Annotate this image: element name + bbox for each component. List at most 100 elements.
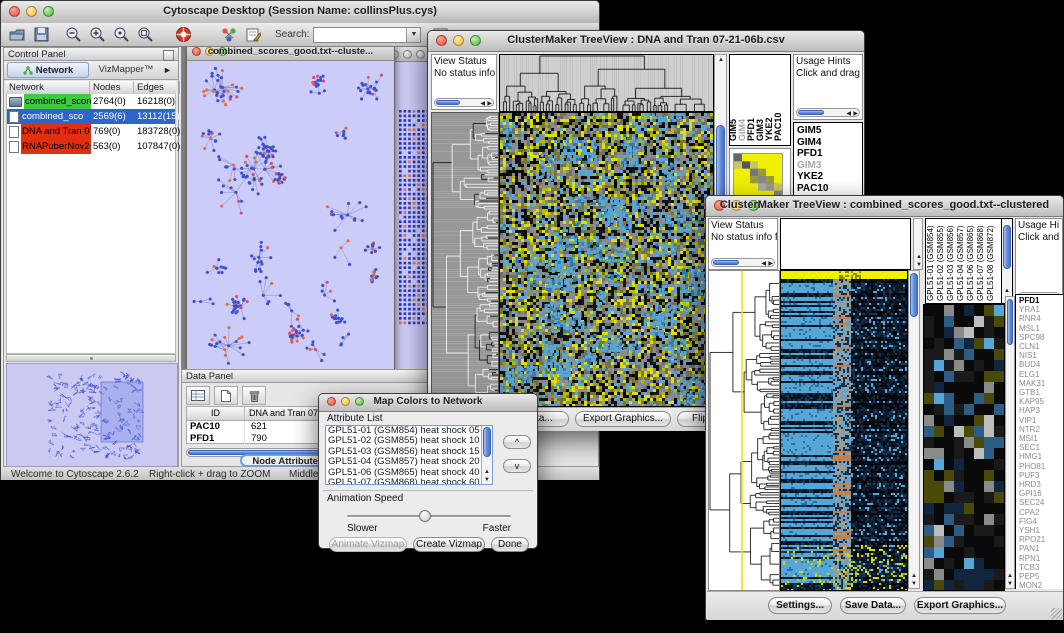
col-nodes[interactable]: Nodes xyxy=(90,81,134,94)
tv1-column-label[interactable]: PAC10 xyxy=(773,113,783,141)
gene-label[interactable]: SEC24 xyxy=(1019,498,1063,507)
network-canvas-1[interactable] xyxy=(187,61,392,369)
tv1-column-labels[interactable]: GIM5GIM4PFD1GIM3YKE2PAC10 xyxy=(729,54,791,146)
gene-label[interactable]: NIS1 xyxy=(1019,351,1063,360)
attribute-list[interactable]: GPL51-01 (GSM854) heat shock 05 minGPL51… xyxy=(325,425,493,485)
gene-label[interactable]: HAP3 xyxy=(1019,406,1063,415)
network-overview-canvas[interactable] xyxy=(6,363,178,467)
gene-label[interactable]: CLN1 xyxy=(1019,342,1063,351)
tv1-row-label[interactable]: PAC10 xyxy=(797,183,862,195)
tv1-heatmap[interactable] xyxy=(499,112,714,407)
col-network[interactable]: Network xyxy=(6,81,90,94)
zoom-in-button[interactable] xyxy=(85,25,109,45)
gene-label[interactable]: PHO81 xyxy=(1019,462,1063,471)
create-vizmap-button[interactable]: Create Vizmap xyxy=(413,537,485,552)
tv2-top-dendrogram[interactable] xyxy=(780,218,911,270)
tv1-row-label[interactable]: GIM5 xyxy=(797,125,862,137)
tv2-gene-scrollbar[interactable]: ▲ ▼ xyxy=(1005,296,1015,589)
main-titlebar[interactable]: Cytoscape Desktop (Session Name: collins… xyxy=(1,1,599,24)
network-row[interactable]: combined_scores2764(0)16218(0) xyxy=(7,94,175,109)
minimize-button[interactable] xyxy=(403,50,412,59)
tv2-column-label[interactable]: GPL51-08 (GSM872) xyxy=(986,225,995,301)
vizmapper-tool-button[interactable] xyxy=(217,25,241,45)
gene-label[interactable]: MON2 xyxy=(1019,581,1063,589)
float-panel-icon[interactable] xyxy=(163,50,174,61)
move-down-button[interactable]: v xyxy=(503,459,531,473)
attribute-item[interactable]: GPL51-07 (GSM868) heat shock 60 min xyxy=(326,478,480,485)
tv2-labels-scrollbar[interactable]: ▲ ▼ xyxy=(1001,219,1012,303)
gene-label[interactable]: HRD3 xyxy=(1019,480,1063,489)
gene-label[interactable]: SPC98 xyxy=(1019,333,1063,342)
tv2-column-label[interactable]: GPL51-01 (GSM854) xyxy=(926,225,935,301)
gene-label[interactable]: MAK31 xyxy=(1019,379,1063,388)
gene-label[interactable]: PAN1 xyxy=(1019,544,1063,553)
tv2-column-label[interactable]: GPL51-02 (GSM855) xyxy=(936,225,945,301)
settings-button[interactable]: Settings... xyxy=(768,597,832,614)
tv2-column-label[interactable]: GPL51-07 (GSM868) xyxy=(976,225,985,301)
panel-divider-handle[interactable] xyxy=(6,354,176,362)
attribute-list-scrollbar[interactable]: ▲ ▼ xyxy=(481,426,492,484)
tv2-column-label[interactable]: GPL51-06 (GSM865) xyxy=(966,225,975,301)
tv1-row-label[interactable]: PFD1 xyxy=(797,148,862,160)
gene-label[interactable]: GTB1 xyxy=(1019,388,1063,397)
gene-label[interactable]: PEP5 xyxy=(1019,572,1063,581)
gene-label[interactable]: NTR2 xyxy=(1019,425,1063,434)
tv1-row-label[interactable]: GIM3 xyxy=(797,160,862,172)
animate-vizmap-button[interactable]: Animate Vizmap xyxy=(329,537,407,552)
gene-label[interactable]: PFD1 xyxy=(1019,296,1063,305)
gene-label[interactable]: ELG1 xyxy=(1019,370,1063,379)
tv1-top-dendrogram[interactable] xyxy=(499,54,714,112)
data-col-id[interactable]: ID xyxy=(187,407,245,420)
help-button[interactable] xyxy=(171,25,195,45)
done-button[interactable]: Done xyxy=(491,537,529,552)
tv2-heatmap[interactable] xyxy=(780,270,908,591)
tv2-column-labels[interactable]: GPL51-01 (GSM854)GPL51-02 (GSM855)GPL51-… xyxy=(925,218,1013,304)
tv2-column-label[interactable]: GPL51-04 (GSM857) xyxy=(956,225,965,301)
gene-label[interactable]: GPI16 xyxy=(1019,489,1063,498)
tv2-top-scroll-sliver[interactable]: ▲ ▼ xyxy=(913,218,923,270)
col-edges[interactable]: Edges xyxy=(134,81,180,94)
zoom-out-button[interactable] xyxy=(61,25,85,45)
gene-label[interactable]: BUD4 xyxy=(1019,360,1063,369)
network-row[interactable]: DNA and Tran 07769(0)183728(0) xyxy=(7,124,175,139)
gene-label[interactable]: VIP1 xyxy=(1019,416,1063,425)
tv1-minimap-canvas[interactable] xyxy=(733,153,783,199)
gene-label[interactable]: PUF3 xyxy=(1019,471,1063,480)
gene-label[interactable]: TCB3 xyxy=(1019,563,1063,572)
search-input[interactable] xyxy=(314,28,406,42)
delete-attribute-button[interactable] xyxy=(242,386,266,405)
gene-label[interactable]: YSH1 xyxy=(1019,526,1063,535)
save-session-button[interactable] xyxy=(29,25,53,45)
gene-label[interactable]: RNR4 xyxy=(1019,314,1063,323)
move-up-button[interactable]: ^ xyxy=(503,435,531,449)
zoom-window-button[interactable] xyxy=(416,50,425,59)
search-dropdown-arrow[interactable]: ▼ xyxy=(406,28,420,42)
search-combobox[interactable]: ▼ xyxy=(313,27,421,43)
tab-vizmapper[interactable]: VizMapper™ xyxy=(91,63,161,77)
tab-network[interactable]: Network xyxy=(7,62,89,78)
gene-label[interactable]: HMG1 xyxy=(1019,452,1063,461)
annotation-tool-button[interactable] xyxy=(241,25,265,45)
gene-label[interactable]: YRA1 xyxy=(1019,305,1063,314)
save-data-button[interactable]: Save Data... xyxy=(840,597,906,614)
tv1-row-label[interactable]: YKE2 xyxy=(797,171,862,183)
tv2-secondary-heatmap[interactable] xyxy=(923,304,1005,591)
tv1-hints-scrollbar[interactable]: ◀▶ xyxy=(796,108,860,117)
animation-speed-slider[interactable] xyxy=(347,510,511,522)
network-row[interactable]: combined_sco2569(6)13112(15) xyxy=(7,109,175,124)
tv2-gene-list[interactable]: PFD1YRA1RNR4MSL1SPC98CLN1NIS1BUD4ELG1MAK… xyxy=(1015,294,1063,589)
resize-grip[interactable] xyxy=(1051,608,1062,619)
gene-label[interactable]: MSI1 xyxy=(1019,434,1063,443)
tv1-row-label[interactable]: GIM4 xyxy=(797,137,862,149)
tv1-row-dendrogram[interactable] xyxy=(431,112,499,407)
network-window-1[interactable]: combined_scores_good.txt--cluste... xyxy=(186,47,395,369)
gene-label[interactable]: SEC1 xyxy=(1019,443,1063,452)
export-graphics-button[interactable]: Export Graphics... xyxy=(914,597,1006,614)
export-graphics-button[interactable]: Export Graphics... xyxy=(575,411,671,427)
tab-overflow-arrow[interactable]: ► xyxy=(163,65,172,75)
zoom-selected-button[interactable] xyxy=(109,25,133,45)
open-session-button[interactable] xyxy=(5,25,29,45)
tv2-column-label[interactable]: GPL51-03 (GSM856) xyxy=(946,225,955,301)
gene-label[interactable]: MSL1 xyxy=(1019,324,1063,333)
gene-label[interactable]: KAP95 xyxy=(1019,397,1063,406)
